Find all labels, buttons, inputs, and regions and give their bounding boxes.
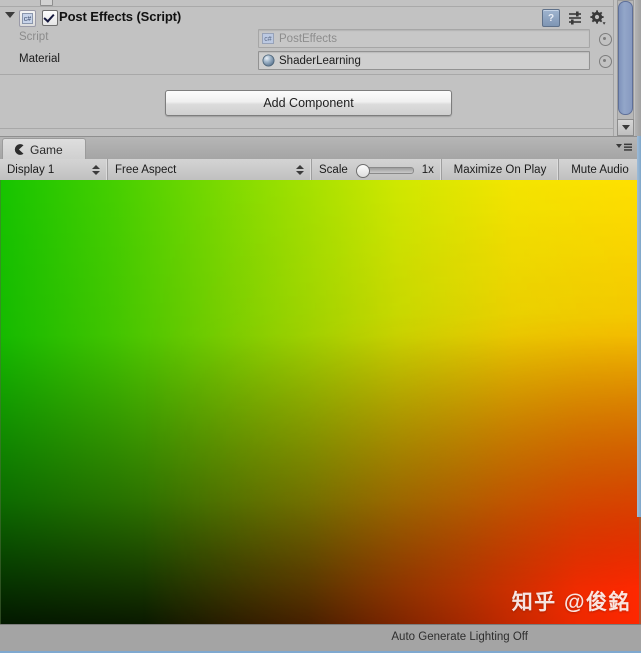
material-object-picker[interactable] bbox=[599, 55, 612, 68]
display-dropdown[interactable]: Display 1 bbox=[0, 159, 108, 180]
scale-control[interactable]: Scale 1x bbox=[312, 159, 442, 180]
panel-options-menu[interactable] bbox=[615, 142, 633, 152]
maximize-on-play-label: Maximize On Play bbox=[453, 163, 547, 176]
chevron-updown-icon bbox=[92, 164, 100, 175]
preset-icon[interactable] bbox=[567, 10, 583, 26]
display-dropdown-label: Display 1 bbox=[7, 163, 55, 176]
scrollbar-down-button[interactable] bbox=[617, 119, 634, 136]
svg-text:c#: c# bbox=[24, 16, 32, 23]
game-render-view[interactable]: 知乎 @俊銘 bbox=[0, 180, 641, 624]
game-view-icon bbox=[14, 144, 24, 155]
unity-editor-window: c# Post Effects (Script) ? Script c# Pos… bbox=[0, 0, 641, 653]
aspect-dropdown[interactable]: Free Aspect bbox=[108, 159, 312, 180]
add-component-button[interactable]: Add Component bbox=[165, 90, 452, 116]
scale-label: Scale bbox=[319, 163, 348, 176]
component-header-post-effects[interactable]: c# Post Effects (Script) ? bbox=[0, 7, 614, 27]
game-panel: Game Display 1 Free Aspect Scale 1x Maxi… bbox=[0, 136, 641, 653]
script-object-value: PostEffects bbox=[279, 32, 337, 45]
mute-audio-label: Mute Audio bbox=[571, 163, 629, 176]
material-object-value: ShaderLearning bbox=[279, 54, 361, 67]
property-row-script: Script c# PostEffects bbox=[0, 28, 614, 48]
aspect-dropdown-label: Free Aspect bbox=[115, 163, 177, 176]
inspector-panel: c# Post Effects (Script) ? Script c# Pos… bbox=[0, 0, 641, 136]
svg-text:c#: c# bbox=[264, 36, 272, 43]
inspector-top-strip bbox=[0, 0, 614, 7]
component-enabled-checkbox[interactable] bbox=[42, 10, 58, 26]
gear-icon[interactable] bbox=[590, 10, 606, 26]
game-tab-bar: Game bbox=[0, 136, 641, 161]
scale-slider-track bbox=[364, 167, 414, 174]
window-right-edge bbox=[637, 136, 641, 517]
inspector-bottom-divider bbox=[0, 128, 614, 129]
render-left-border bbox=[0, 180, 1, 624]
game-toolbar: Display 1 Free Aspect Scale 1x Maximize … bbox=[0, 159, 641, 181]
scale-slider[interactable] bbox=[355, 164, 414, 178]
scrollbar-thumb[interactable] bbox=[618, 1, 633, 115]
chevron-down-icon bbox=[621, 125, 630, 130]
component-header-icons: ? bbox=[542, 9, 606, 27]
script-asset-icon-small: c# bbox=[262, 33, 274, 44]
script-object-picker[interactable] bbox=[599, 33, 612, 46]
foldout-arrow-icon[interactable] bbox=[5, 12, 15, 18]
chevron-updown-icon bbox=[296, 164, 304, 175]
tab-game[interactable]: Game bbox=[2, 138, 86, 160]
script-object-field: c# PostEffects bbox=[258, 29, 590, 48]
scale-slider-knob[interactable] bbox=[355, 164, 370, 178]
script-asset-icon: c# bbox=[19, 10, 36, 27]
material-object-field[interactable]: ShaderLearning bbox=[258, 51, 590, 70]
inspector-divider bbox=[0, 74, 614, 75]
component-title: Post Effects (Script) bbox=[59, 9, 182, 24]
auto-generate-lighting-status: Auto Generate Lighting Off bbox=[391, 631, 528, 643]
help-icon[interactable]: ? bbox=[542, 9, 560, 27]
partial-checkbox-above bbox=[40, 0, 53, 6]
status-bar: Auto Generate Lighting Off bbox=[0, 624, 641, 652]
gradient-red-layer bbox=[0, 180, 641, 624]
inspector-right-edge bbox=[635, 0, 641, 136]
property-row-material: Material ShaderLearning bbox=[0, 50, 614, 70]
material-sphere-icon bbox=[262, 54, 275, 67]
mute-audio-toggle[interactable]: Mute Audio bbox=[559, 159, 641, 180]
property-label-script: Script bbox=[19, 31, 49, 43]
scale-value: 1x bbox=[421, 163, 434, 176]
property-label-material: Material bbox=[19, 53, 60, 65]
tab-game-label: Game bbox=[30, 142, 63, 157]
maximize-on-play-toggle[interactable]: Maximize On Play bbox=[442, 159, 559, 180]
